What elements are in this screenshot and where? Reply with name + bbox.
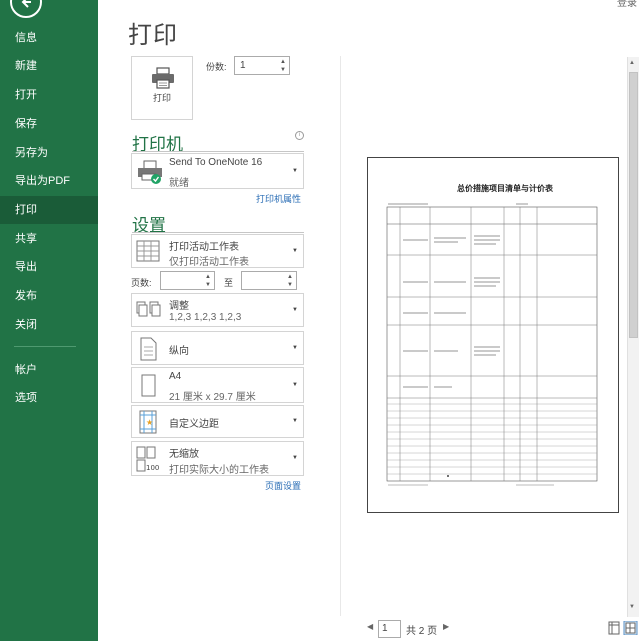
nav-item-new[interactable]: 新建 <box>0 52 98 80</box>
paper-size-dropdown[interactable]: A4 21 厘米 x 29.7 厘米 ▼ <box>131 367 304 403</box>
orientation-dropdown[interactable]: 纵向 ▼ <box>131 331 304 365</box>
print-scope-title: 打印活动工作表 <box>169 242 239 253</box>
nav-item-export[interactable]: 导出 <box>0 253 98 281</box>
nav-item-close[interactable]: 关闭 <box>0 311 98 339</box>
page-number-input[interactable]: 1 <box>378 620 401 638</box>
spin-down-icon[interactable]: ▼ <box>286 281 294 289</box>
portrait-page-icon <box>140 337 157 361</box>
chevron-down-icon: ▼ <box>292 382 298 388</box>
next-page-icon[interactable]: ▶ <box>443 622 449 631</box>
margins-dropdown[interactable]: ★ 自定义边距 ▼ <box>131 405 304 438</box>
nav-divider <box>14 346 76 347</box>
copies-label: 份数: <box>206 62 227 72</box>
no-scaling-icon: 100 <box>136 446 159 472</box>
margins-icon: ★ <box>139 410 157 434</box>
page-title: 打印 <box>128 21 178 49</box>
view-toggle-group <box>608 620 638 640</box>
preview-table-graphic <box>386 203 598 486</box>
printer-dropdown[interactable]: Send To OneNote 16 就绪 ▼ <box>131 153 304 189</box>
nav-item-export-pdf[interactable]: 导出为PDF <box>0 167 98 195</box>
chevron-down-icon: ▼ <box>292 418 298 424</box>
svg-text:★: ★ <box>146 418 153 427</box>
chevron-down-icon: ▼ <box>292 248 298 254</box>
nav-item-options[interactable]: 选项 <box>0 384 98 412</box>
copies-value: 1 <box>240 60 246 71</box>
scroll-down-icon[interactable]: ▼ <box>629 604 635 610</box>
spin-down-icon[interactable]: ▼ <box>204 281 212 289</box>
print-scope-subtitle: 仅打印活动工作表 <box>169 257 249 268</box>
paper-size-icon <box>141 374 156 397</box>
scaling-dropdown[interactable]: 100 无缩放 打印实际大小的工作表 ▼ <box>131 441 304 476</box>
spin-down-icon[interactable]: ▼ <box>279 66 287 74</box>
chevron-down-icon: ▼ <box>292 345 298 351</box>
settings-heading-rule <box>132 232 304 233</box>
nav-item-save[interactable]: 保存 <box>0 110 98 138</box>
nav-item-open[interactable]: 打开 <box>0 81 98 109</box>
collate-dropdown[interactable]: 调整 1,2,3 1,2,3 1,2,3 ▼ <box>131 293 304 327</box>
preview-page: 总价措施项目清单与计价表 <box>367 157 619 513</box>
back-button[interactable] <box>10 0 42 18</box>
scroll-up-icon[interactable]: ▲ <box>629 60 635 66</box>
nav-item-account[interactable]: 帐户 <box>0 356 98 384</box>
pages-from-input[interactable]: ▲ ▼ <box>160 271 215 290</box>
spin-up-icon[interactable]: ▲ <box>286 273 294 281</box>
printer-device-icon <box>138 160 162 184</box>
svg-text:100: 100 <box>146 464 159 472</box>
collate-subtitle: 1,2,3 1,2,3 1,2,3 <box>169 312 242 323</box>
show-margins-icon[interactable] <box>608 621 620 635</box>
pages-to-label: 至 <box>224 278 234 288</box>
collate-icon <box>136 301 161 317</box>
copies-input[interactable]: 1 ▲ ▼ <box>234 56 290 75</box>
spin-up-icon[interactable]: ▲ <box>279 58 287 66</box>
backstage-nav: 信息 新建 打开 保存 另存为 导出为PDF 打印 共享 导出 发布 关闭 帐户… <box>0 0 98 641</box>
chevron-down-icon: ▼ <box>292 307 298 313</box>
zoom-to-page-icon[interactable] <box>623 620 638 636</box>
nav-item-share[interactable]: 共享 <box>0 225 98 253</box>
nav-item-info[interactable]: 信息 <box>0 24 98 52</box>
nav-item-publish[interactable]: 发布 <box>0 282 98 310</box>
spin-up-icon[interactable]: ▲ <box>204 273 212 281</box>
scaling-title: 无缩放 <box>169 449 199 460</box>
print-button[interactable]: 打印 <box>131 56 193 120</box>
printer-heading-rule <box>132 151 304 152</box>
margins-title: 自定义边距 <box>169 419 219 430</box>
chevron-down-icon: ▼ <box>292 455 298 461</box>
page-setup-link[interactable]: 页面设置 <box>265 479 301 492</box>
page-count-text: 共 2 页 <box>406 626 438 637</box>
orientation-title: 纵向 <box>169 346 189 357</box>
nav-item-save-as[interactable]: 另存为 <box>0 139 98 167</box>
printer-properties-link[interactable]: 打印机属性 <box>256 192 301 205</box>
pages-label: 页数: <box>131 278 152 288</box>
pages-to-input[interactable]: ▲ ▼ <box>241 271 297 290</box>
print-scope-dropdown[interactable]: 打印活动工作表 仅打印活动工作表 ▼ <box>131 234 304 268</box>
nav-item-print[interactable]: 打印 <box>0 196 98 224</box>
scaling-subtitle: 打印实际大小的工作表 <box>169 465 269 476</box>
worksheet-grid-icon <box>136 240 160 262</box>
arrow-left-icon <box>21 0 31 8</box>
scrollbar-thumb[interactable] <box>629 72 638 338</box>
print-button-label: 打印 <box>152 93 171 103</box>
info-icon[interactable]: i <box>295 131 304 140</box>
printer-status: 就绪 <box>169 178 189 189</box>
paper-size-subtitle: 21 厘米 x 29.7 厘米 <box>169 392 256 403</box>
sign-in-link[interactable]: 登录 <box>617 0 637 9</box>
printer-name: Send To OneNote 16 <box>169 157 263 168</box>
previous-page-icon[interactable]: ◀ <box>367 622 373 631</box>
collate-title: 调整 <box>169 301 189 312</box>
printer-icon <box>152 67 174 89</box>
paper-size-title: A4 <box>169 371 182 382</box>
chevron-down-icon: ▼ <box>292 168 298 174</box>
